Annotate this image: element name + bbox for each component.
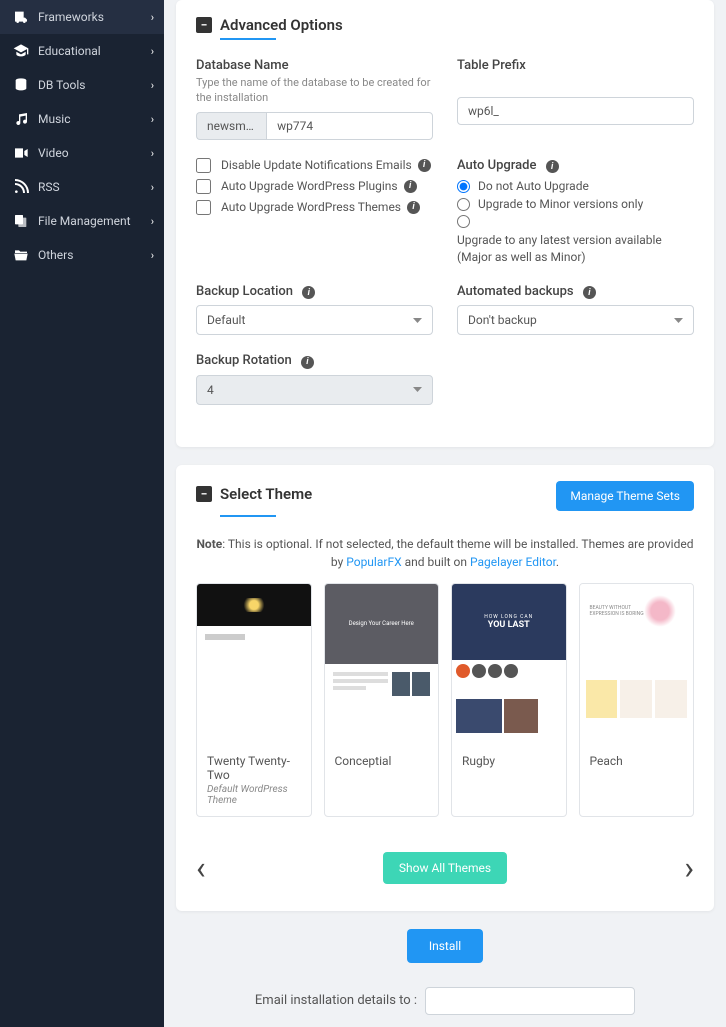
chevron-right-icon: › [151, 113, 154, 126]
db-prefix: newsmashal_ [196, 112, 266, 140]
theme-note: Note: This is optional. If not selected,… [196, 535, 694, 571]
checkbox-label: Auto Upgrade WordPress Themes [221, 200, 401, 214]
select-theme-panel: − Select Theme Manage Theme Sets Note: T… [176, 465, 714, 911]
automated-backups-label: Automated backups [457, 284, 574, 299]
install-button[interactable]: Install [407, 929, 483, 963]
sidebar-item-db-tools[interactable]: DB Tools › [0, 68, 164, 102]
major-upgrade-radio[interactable] [457, 215, 470, 228]
table-prefix-input[interactable] [457, 97, 694, 125]
info-icon[interactable]: i [404, 180, 417, 193]
radio-label: Do not Auto Upgrade [478, 179, 589, 193]
theme-name: Conceptial [335, 754, 429, 768]
theme-card-peach[interactable]: BEAUTY WITHOUTEXPRESSION IS BORING Peach [579, 583, 695, 817]
theme-name: Rugby [462, 754, 556, 768]
info-icon[interactable]: i [301, 356, 314, 369]
video-icon [12, 144, 30, 162]
theme-subtitle: Default WordPress Theme [207, 784, 301, 806]
collapse-icon[interactable]: − [196, 486, 212, 502]
theme-thumbnail: Design Your Career Here [325, 584, 439, 744]
chevron-right-icon: › [151, 147, 154, 160]
checkbox-label: Auto Upgrade WordPress Plugins [221, 179, 398, 193]
show-all-themes-button[interactable]: Show All Themes [383, 852, 507, 884]
carousel-next-icon[interactable]: › [684, 849, 694, 887]
info-icon[interactable]: i [418, 159, 431, 172]
email-label: Email installation details to : [255, 993, 417, 1008]
email-input[interactable] [425, 987, 635, 1015]
folder-open-icon [12, 246, 30, 264]
sidebar-item-rss[interactable]: RSS › [0, 170, 164, 204]
sidebar-item-label: File Management [38, 214, 131, 228]
sidebar-item-label: DB Tools [38, 78, 85, 92]
sidebar-item-label: Frameworks [38, 10, 104, 24]
theme-card-conceptial[interactable]: Design Your Career Here Conceptial [324, 583, 440, 817]
sidebar-item-label: RSS [38, 180, 60, 194]
sidebar-item-educational[interactable]: Educational › [0, 34, 164, 68]
popularfx-link[interactable]: PopularFX [346, 555, 401, 569]
auto-upgrade-plugins-checkbox[interactable] [196, 179, 211, 194]
disable-update-emails-checkbox[interactable] [196, 158, 211, 173]
sidebar-item-others[interactable]: Others › [0, 238, 164, 272]
auto-upgrade-themes-checkbox[interactable] [196, 200, 211, 215]
section-title: Select Theme [220, 485, 312, 503]
sidebar-item-file-management[interactable]: File Management › [0, 204, 164, 238]
sidebar-item-label: Music [38, 112, 70, 126]
chevron-right-icon: › [151, 215, 154, 228]
sidebar-item-video[interactable]: Video › [0, 136, 164, 170]
section-underline [220, 515, 276, 517]
automated-backups-select[interactable]: Don't backup [457, 305, 694, 335]
chevron-right-icon: › [151, 45, 154, 58]
auto-upgrade-label: Auto Upgrade [457, 158, 536, 173]
info-icon[interactable]: i [583, 286, 596, 299]
chevron-right-icon: › [151, 11, 154, 24]
backup-location-label: Backup Location [196, 284, 293, 299]
rss-icon [12, 178, 30, 196]
chevron-right-icon: › [151, 181, 154, 194]
no-auto-upgrade-radio[interactable] [457, 180, 470, 193]
carousel-prev-icon[interactable]: ‹ [196, 849, 206, 887]
minor-upgrade-radio[interactable] [457, 198, 470, 211]
main-content: − Advanced Options Database Name Type th… [164, 0, 726, 1027]
sidebar-item-label: Video [38, 146, 69, 160]
db-name-label: Database Name [196, 58, 433, 73]
truck-icon [12, 8, 30, 26]
music-icon [12, 110, 30, 128]
section-title: Advanced Options [220, 16, 343, 34]
info-icon[interactable]: i [302, 286, 315, 299]
chevron-right-icon: › [151, 249, 154, 262]
checkbox-label: Disable Update Notifications Emails [221, 158, 412, 172]
radio-label: Upgrade to any latest version available … [457, 232, 694, 266]
theme-grid: Twenty Twenty-Two Default WordPress Them… [196, 583, 694, 817]
copy-icon [12, 212, 30, 230]
sidebar-item-music[interactable]: Music › [0, 102, 164, 136]
table-prefix-label: Table Prefix [457, 58, 694, 73]
graduation-cap-icon [12, 42, 30, 60]
db-name-hint: Type the name of the database to be crea… [196, 75, 433, 106]
advanced-options-panel: − Advanced Options Database Name Type th… [176, 0, 714, 447]
database-icon [12, 76, 30, 94]
sidebar-item-frameworks[interactable]: Frameworks › [0, 0, 164, 34]
info-icon[interactable]: i [546, 160, 559, 173]
db-name-input[interactable] [266, 112, 433, 140]
pagelayer-link[interactable]: Pagelayer Editor [470, 555, 556, 569]
backup-location-select[interactable]: Default [196, 305, 433, 335]
theme-thumbnail [197, 584, 311, 744]
info-icon[interactable]: i [407, 201, 420, 214]
manage-theme-sets-button[interactable]: Manage Theme Sets [556, 481, 694, 511]
theme-name: Peach [590, 754, 684, 768]
sidebar-item-label: Others [38, 248, 73, 262]
section-underline [220, 38, 276, 40]
backup-rotation-select[interactable]: 4 [196, 375, 433, 405]
sidebar-item-label: Educational [38, 44, 101, 58]
theme-name: Twenty Twenty-Two [207, 754, 301, 782]
theme-thumbnail: BEAUTY WITHOUTEXPRESSION IS BORING [580, 584, 694, 744]
theme-card-twentytwentytwo[interactable]: Twenty Twenty-Two Default WordPress Them… [196, 583, 312, 817]
theme-thumbnail: HOW LONG CANYOU LAST [452, 584, 566, 744]
backup-rotation-label: Backup Rotation [196, 353, 292, 368]
collapse-icon[interactable]: − [196, 17, 212, 33]
radio-label: Upgrade to Minor versions only [478, 197, 643, 211]
sidebar: Frameworks › Educational › DB Tools › Mu… [0, 0, 164, 1027]
theme-card-rugby[interactable]: HOW LONG CANYOU LAST Rugby [451, 583, 567, 817]
chevron-right-icon: › [151, 79, 154, 92]
